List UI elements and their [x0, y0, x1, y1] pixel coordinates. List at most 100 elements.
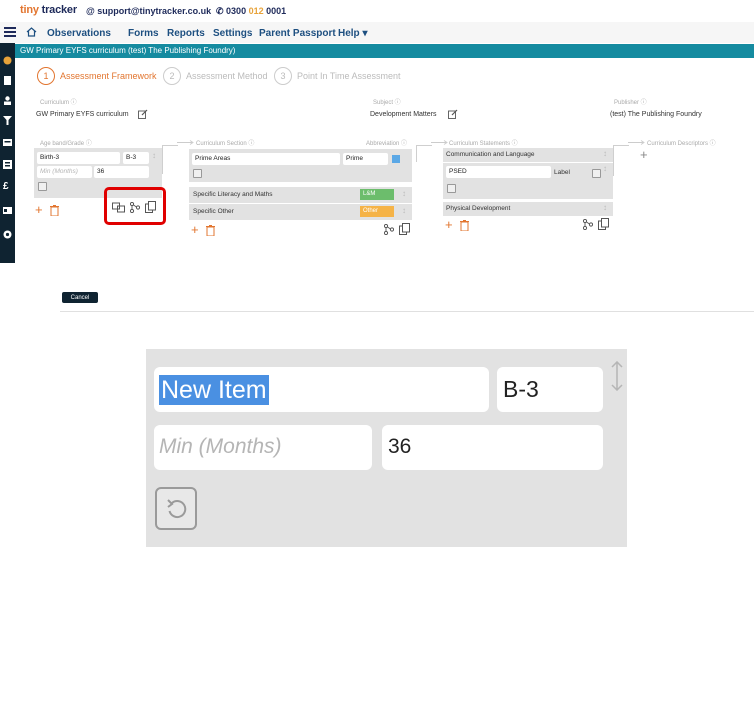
zoom-min-months-input[interactable]: Min (Months) [154, 425, 372, 470]
settings-gear-icon[interactable] [3, 230, 12, 239]
edit-subject-icon[interactable] [448, 109, 458, 119]
age-band-name-input[interactable]: Birth-3 [37, 152, 120, 164]
add-section-icon[interactable]: + [191, 223, 199, 236]
nav-forms[interactable]: Forms [128, 28, 159, 39]
book-icon[interactable] [3, 76, 12, 85]
phone-icon: ✆ [216, 6, 227, 16]
step-1-label[interactable]: Assessment Framework [60, 71, 157, 81]
section-abbr-tag: L&M [360, 189, 394, 200]
home-icon[interactable] [26, 27, 37, 37]
nav-help[interactable]: Help ▾ [338, 28, 367, 39]
curriculum-banner: GW Primary EYFS curriculum (test) The Pu… [15, 44, 754, 58]
age-band-abbr-input[interactable]: B-3 [123, 152, 149, 164]
statement-editor: PSED Label ↕ [443, 163, 613, 199]
edit-curriculum-icon[interactable] [138, 109, 148, 119]
main-nav: Observations Forms Reports Settings Pare… [0, 22, 754, 43]
nav-reports[interactable]: Reports [167, 28, 205, 39]
duplicate-icon[interactable] [598, 218, 609, 230]
step-3-circle[interactable]: 3 [274, 67, 292, 85]
reset-icon[interactable] [447, 184, 456, 193]
section-header: Curriculum Section ⓘ [196, 141, 255, 147]
support-email[interactable]: @ support@tinytracker.co.uk [86, 6, 211, 16]
user-icon[interactable] [3, 96, 12, 105]
statement-row[interactable]: Communication and Language ↕ [443, 148, 613, 162]
cancel-button[interactable]: Cancel [62, 292, 98, 303]
connector-line [162, 145, 178, 174]
connector-line [416, 145, 432, 162]
descriptors-header: Curriculum Descriptors ⓘ [647, 141, 716, 147]
section-row[interactable]: Specific Literacy and Maths L&M ↕ [189, 187, 412, 203]
delete-section-icon[interactable] [206, 225, 215, 236]
move-copy-icon[interactable] [112, 202, 125, 213]
min-months-value[interactable]: 36 [94, 166, 149, 178]
zoom-name-input[interactable]: New Item [154, 367, 489, 412]
section-abbr-tag: Other [360, 206, 394, 217]
zoom-abbr-input[interactable]: B-3 [497, 367, 603, 412]
abbreviation-header: Abbreviation ⓘ [366, 141, 408, 147]
subject-value: Development Matters [370, 111, 437, 118]
filter-icon[interactable] [3, 116, 12, 125]
age-band-header: Age band/Grade ⓘ [40, 141, 92, 147]
step-2-circle[interactable]: 2 [163, 67, 181, 85]
delete-age-band-icon[interactable] [50, 205, 59, 216]
zoom-min-months-value[interactable]: 36 [382, 425, 603, 470]
section-row[interactable]: Specific Other Other ↕ [189, 204, 412, 220]
top-bar: tiny tracker @ support@tinytracker.co.uk… [0, 0, 754, 22]
delete-statement-icon[interactable] [460, 220, 469, 231]
divider [60, 311, 754, 312]
section-abbr-input[interactable]: Prime [343, 153, 388, 165]
duplicate-icon[interactable] [399, 223, 410, 235]
branch-icon[interactable] [130, 202, 140, 213]
min-months-input[interactable]: Min (Months) [37, 166, 92, 178]
label-checkbox[interactable] [592, 169, 601, 178]
statements-header: Curriculum Statements ⓘ [449, 141, 518, 147]
section-editor: Prime Areas Prime [189, 149, 412, 182]
duplicate-icon[interactable] [145, 201, 156, 213]
connector-line [613, 145, 629, 176]
reorder-handle-icon[interactable]: ↕ [603, 164, 607, 173]
publisher-label: Publisher ⓘ [614, 100, 647, 106]
report-icon[interactable] [3, 160, 12, 169]
add-age-band-icon[interactable]: + [35, 203, 43, 216]
statement-name-input[interactable]: PSED [446, 166, 551, 178]
logo[interactable]: tiny tracker [20, 4, 77, 16]
reset-icon[interactable] [193, 169, 202, 178]
add-statement-icon[interactable]: + [445, 218, 453, 231]
reorder-handle-icon[interactable]: ↕ [152, 151, 156, 160]
descriptors-arrow-icon [628, 140, 646, 145]
section-name-input[interactable]: Prime Areas [192, 153, 340, 165]
nav-parent-passport[interactable]: Parent Passport [259, 28, 336, 39]
statements-arrow-icon [431, 140, 449, 145]
id-card-icon[interactable] [3, 206, 12, 215]
curriculum-label: Curriculum ⓘ [40, 100, 77, 106]
at-icon: @ [86, 6, 98, 16]
sidebar: £ [0, 43, 15, 263]
hamburger-menu-icon[interactable] [4, 27, 16, 37]
color-swatch[interactable] [392, 155, 400, 163]
reorder-handle-icon[interactable]: ↕ [402, 189, 406, 198]
step-3-label[interactable]: Point In Time Assessment [297, 71, 401, 81]
nav-observations[interactable]: Observations [47, 28, 111, 39]
zoom-name-selected-text: New Item [159, 375, 269, 405]
reset-icon[interactable] [38, 182, 47, 191]
folder-icon[interactable] [3, 138, 12, 147]
dashboard-icon[interactable] [3, 56, 12, 65]
nav-settings[interactable]: Settings [213, 28, 252, 39]
subject-label: Subject ⓘ [373, 100, 401, 106]
zoom-reset-button[interactable] [155, 487, 197, 530]
step-1-circle[interactable]: 1 [37, 67, 55, 85]
statement-row[interactable]: Physical Development ↕ [443, 202, 613, 216]
reorder-handle-icon[interactable]: ↕ [603, 149, 607, 158]
step-2-label[interactable]: Assessment Method [186, 71, 268, 81]
branch-icon[interactable] [583, 219, 593, 230]
support-phone[interactable]: ✆ 0300 012 0001 [216, 6, 286, 17]
undo-icon [166, 498, 188, 520]
statement-label-field[interactable]: Label [554, 169, 570, 176]
reorder-handle-icon[interactable]: ↕ [603, 203, 607, 212]
branch-icon[interactable] [384, 224, 394, 235]
pound-icon[interactable]: £ [3, 182, 12, 192]
curriculum-value: GW Primary EYFS curriculum [36, 111, 129, 118]
reorder-handle-icon[interactable]: ↕ [402, 206, 406, 215]
reorder-handle-icon[interactable] [610, 361, 624, 391]
add-descriptor-icon[interactable]: + [640, 148, 648, 161]
